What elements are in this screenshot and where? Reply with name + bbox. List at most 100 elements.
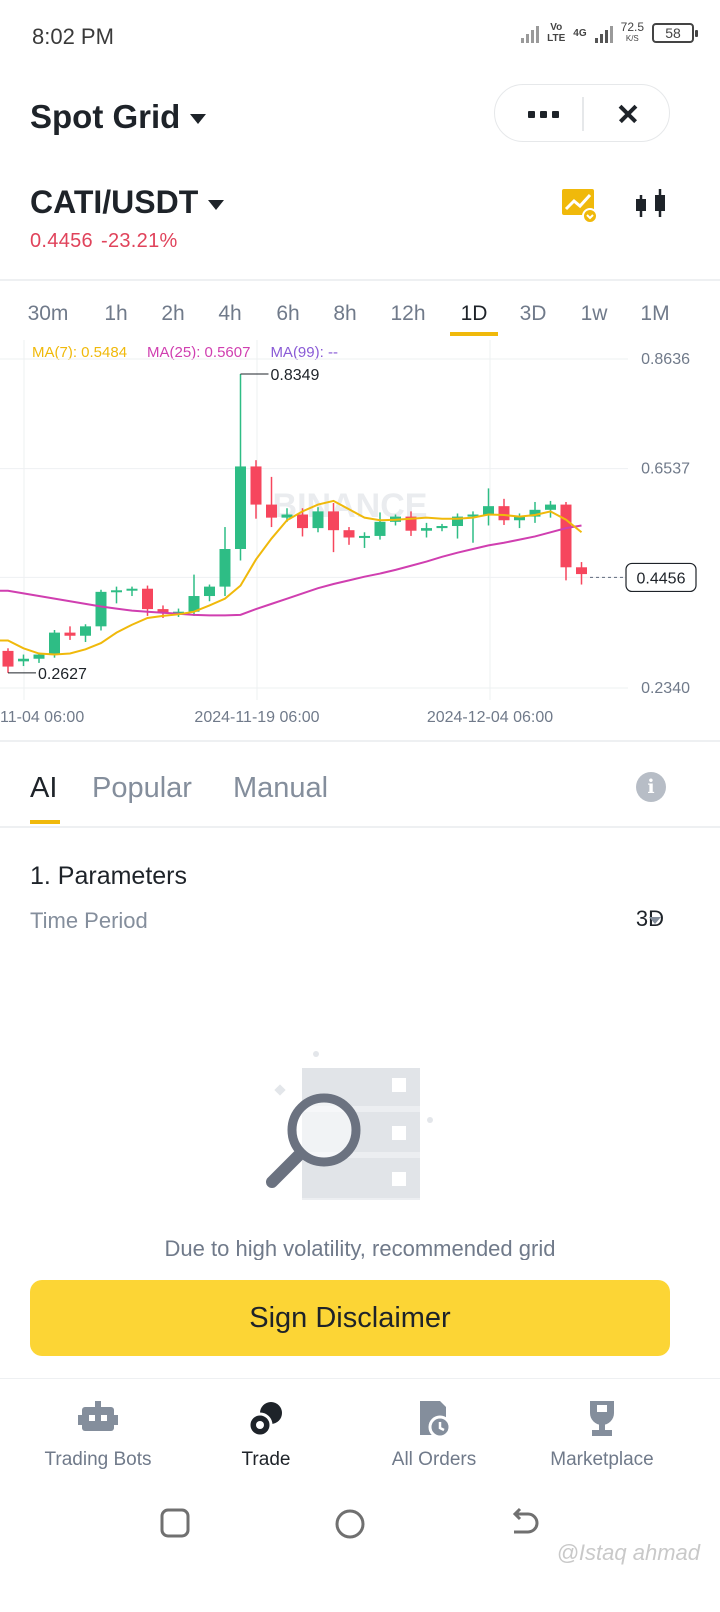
candle-body bbox=[250, 466, 262, 505]
candle-body bbox=[49, 632, 60, 655]
y-axis-label: 0.8636 bbox=[641, 351, 690, 368]
tab-popular[interactable]: Popular bbox=[92, 772, 192, 805]
candle-body bbox=[33, 654, 45, 659]
candle-body bbox=[576, 567, 587, 575]
bottom-nav: Trading Bots Trade All Orders Marketplac… bbox=[0, 1378, 720, 1488]
candle-body bbox=[266, 504, 277, 518]
orders-icon bbox=[420, 1401, 452, 1439]
interval-tabs: 30m 1h 2h 4h 6h 8h 12h 1D 3D 1w 1M bbox=[0, 296, 720, 340]
recents-icon[interactable] bbox=[158, 1506, 194, 1542]
watermark-text: @Istaq ahmad bbox=[556, 1540, 700, 1565]
candle-body bbox=[64, 632, 76, 636]
robot-icon bbox=[78, 1401, 118, 1431]
nav-trade[interactable]: Trade bbox=[176, 1379, 356, 1489]
candle-body bbox=[343, 530, 355, 538]
candle-body bbox=[204, 586, 215, 597]
nav-label: Trading Bots bbox=[44, 1449, 152, 1470]
ma25-line bbox=[0, 524, 582, 617]
candle-body bbox=[498, 506, 510, 521]
divider bbox=[0, 279, 720, 281]
home-icon[interactable] bbox=[332, 1506, 368, 1542]
divider bbox=[582, 97, 584, 131]
back-icon[interactable] bbox=[506, 1506, 542, 1542]
more-dots-icon[interactable] bbox=[513, 85, 573, 143]
tab-ai[interactable]: AI bbox=[30, 772, 57, 805]
interval-tab-8h[interactable]: 8h bbox=[333, 302, 356, 326]
candle-body bbox=[95, 591, 107, 627]
y-axis-label: 0.6537 bbox=[641, 461, 690, 478]
high-price-label: 0.8349 bbox=[271, 367, 320, 384]
candle-body bbox=[142, 588, 153, 610]
empty-state-text: Due to high volatility, recommended grid bbox=[164, 1236, 556, 1260]
candle-body bbox=[545, 504, 556, 510]
candle-body bbox=[374, 521, 386, 536]
low-price-label: 0.2627 bbox=[38, 666, 87, 683]
nav-label: Trade bbox=[241, 1449, 291, 1470]
nav-all-orders[interactable]: All Orders bbox=[344, 1379, 524, 1489]
candle-body bbox=[80, 626, 91, 636]
close-icon[interactable] bbox=[599, 85, 655, 143]
network-4g-indicator: 4G bbox=[573, 27, 587, 39]
sign-disclaimer-button[interactable]: Sign Disclaimer bbox=[30, 1280, 670, 1356]
candle-body bbox=[18, 658, 29, 662]
header-actions bbox=[494, 84, 670, 142]
interval-tab-4h[interactable]: 4h bbox=[218, 302, 241, 326]
header: Spot Grid bbox=[0, 84, 720, 148]
divider bbox=[0, 826, 720, 828]
strategy-tabs: AI Popular Manual i bbox=[0, 764, 720, 828]
candle-body bbox=[483, 506, 494, 515]
volte-indicator: Vo LTE bbox=[547, 22, 566, 44]
trophy-icon bbox=[590, 1401, 614, 1436]
tab-manual[interactable]: Manual bbox=[233, 772, 328, 805]
network-speed: 72.5 K/S bbox=[620, 20, 644, 43]
interval-tab-12h[interactable]: 12h bbox=[390, 302, 425, 326]
interval-tab-1d[interactable]: 1D bbox=[461, 302, 488, 326]
candle-body bbox=[235, 466, 246, 550]
nav-label: All Orders bbox=[391, 1449, 477, 1470]
time-period-label: Time Period bbox=[30, 908, 148, 933]
info-icon[interactable]: i bbox=[636, 772, 666, 802]
price-chart[interactable]: BINANCE0.86360.65370.23400.44560.83490.2… bbox=[0, 340, 720, 734]
status-time: 8:02 PM bbox=[32, 24, 114, 49]
candlestick-icon[interactable] bbox=[634, 187, 670, 223]
interval-tab-1m[interactable]: 1M bbox=[640, 302, 669, 326]
indicator-icon[interactable] bbox=[562, 187, 598, 223]
tab-active-underline bbox=[30, 820, 60, 824]
interval-tab-1h[interactable]: 1h bbox=[104, 302, 127, 326]
strategy-selector[interactable]: Spot Grid bbox=[30, 98, 207, 136]
x-axis-label: 2024-12-04 06:00 bbox=[427, 709, 553, 726]
candle-body bbox=[436, 526, 448, 529]
candle-body bbox=[328, 511, 339, 531]
candle-body bbox=[560, 504, 572, 568]
caret-down-icon bbox=[208, 199, 225, 210]
candle-body bbox=[111, 590, 122, 593]
candle-body bbox=[297, 514, 308, 529]
interval-tab-6h[interactable]: 6h bbox=[276, 302, 299, 326]
signal-1-icon bbox=[521, 23, 540, 43]
trade-icon bbox=[247, 1402, 282, 1438]
nav-trading-bots[interactable]: Trading Bots bbox=[8, 1379, 188, 1489]
search-magnifier-icon bbox=[266, 1051, 433, 1200]
status-icons: Vo LTE 4G 72.5 K/S 58 bbox=[521, 20, 698, 44]
pair-selector[interactable]: CATI/USDT bbox=[30, 184, 225, 221]
battery-icon: 58 bbox=[652, 23, 698, 43]
pair-price-row: 0.4456 -23.21% bbox=[30, 230, 186, 253]
candle-body bbox=[312, 511, 324, 529]
nav-marketplace[interactable]: Marketplace bbox=[512, 1379, 692, 1489]
interval-tab-30m[interactable]: 30m bbox=[28, 302, 69, 326]
interval-active-underline bbox=[450, 332, 498, 336]
x-axis-label: 11-04 06:00 bbox=[0, 709, 84, 726]
divider bbox=[0, 740, 720, 742]
y-axis-label: 0.2340 bbox=[641, 680, 690, 697]
candle-body bbox=[359, 535, 370, 538]
nav-label: Marketplace bbox=[550, 1449, 654, 1470]
current-price-label: 0.4456 bbox=[637, 570, 686, 587]
parameters-title: 1. Parameters bbox=[30, 862, 188, 890]
status-bar: 8:02 PM Vo LTE 4G 72.5 K/S 58 bbox=[0, 0, 720, 72]
candle-body bbox=[219, 549, 231, 587]
interval-tab-3d[interactable]: 3D bbox=[520, 302, 547, 326]
candle-body bbox=[126, 588, 138, 591]
caret-down-icon bbox=[190, 114, 207, 125]
interval-tab-1w[interactable]: 1w bbox=[581, 302, 608, 326]
interval-tab-2h[interactable]: 2h bbox=[161, 302, 184, 326]
